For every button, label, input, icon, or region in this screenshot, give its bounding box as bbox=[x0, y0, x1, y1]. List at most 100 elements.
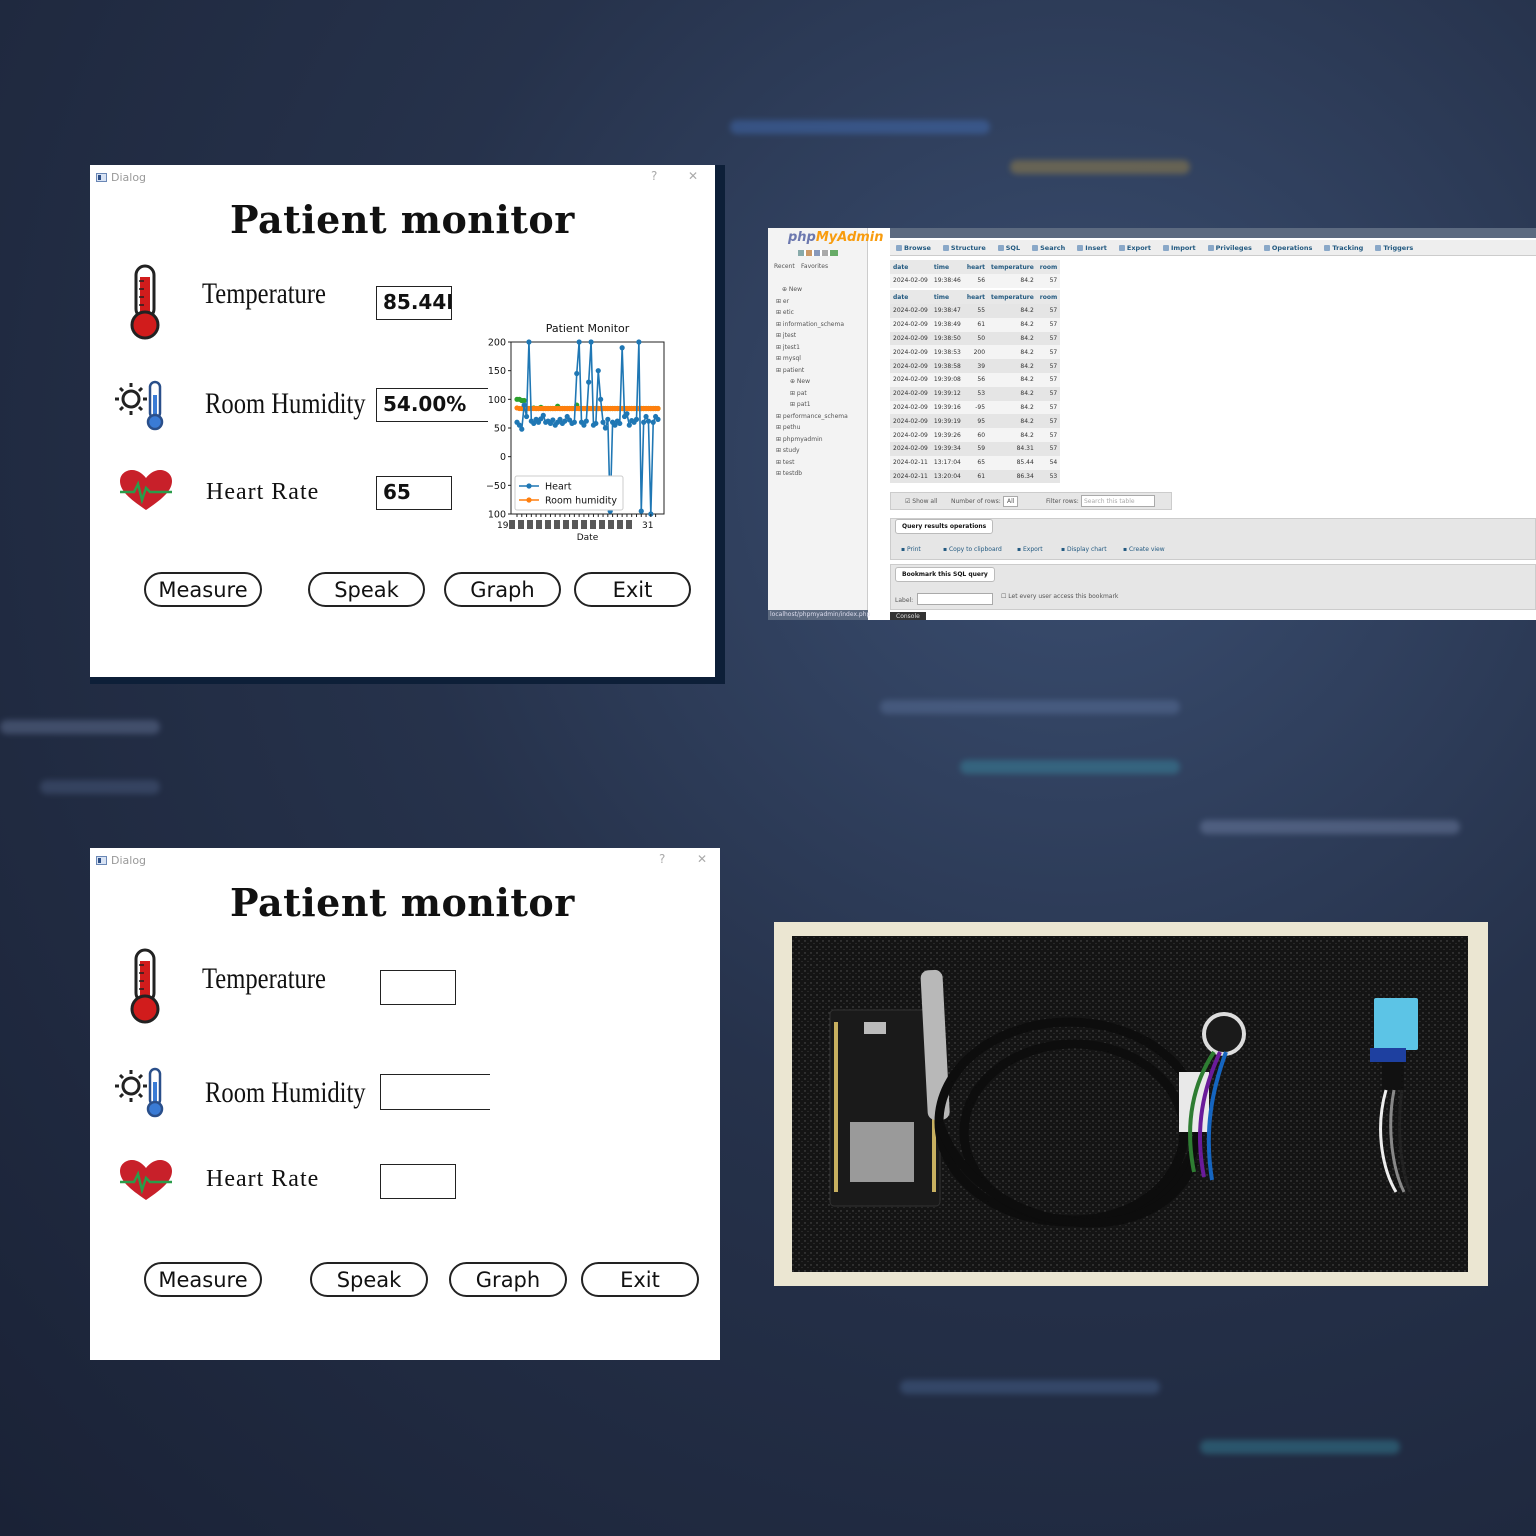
tree-item[interactable]: ⊞ patient bbox=[776, 367, 804, 374]
table-cell: 19:38:50 bbox=[930, 331, 964, 346]
tree-item[interactable]: ⊞ information_schema bbox=[776, 321, 844, 328]
column-header[interactable]: time bbox=[930, 260, 964, 274]
close-button[interactable]: ✕ bbox=[697, 852, 707, 866]
tree-item[interactable]: ⊞ jtest bbox=[776, 332, 796, 339]
tree-item[interactable]: ⊞ testdb bbox=[776, 470, 802, 477]
tab-insert[interactable]: Insert bbox=[1071, 240, 1113, 255]
op-create-view[interactable]: ▪ Create view bbox=[1123, 546, 1165, 553]
x-tick-label-overlap bbox=[599, 520, 605, 529]
tree-item[interactable]: ⊞ pethu bbox=[776, 424, 800, 431]
column-header[interactable]: date bbox=[890, 290, 931, 304]
table-cell: 56 bbox=[963, 372, 989, 387]
table-row: 2024-02-09 19:38:53 200 84.2 57 bbox=[890, 345, 1061, 360]
tab-export[interactable]: Export bbox=[1113, 240, 1157, 255]
data-point bbox=[571, 419, 577, 425]
tab-structure[interactable]: Structure bbox=[937, 240, 992, 255]
tree-item[interactable]: ⊞ etic bbox=[776, 309, 794, 316]
help-button[interactable]: ? bbox=[651, 169, 657, 183]
pma-quick-icons[interactable] bbox=[798, 250, 838, 256]
show-all-checkbox[interactable]: ☑ Show all bbox=[905, 498, 937, 505]
tree-item[interactable]: ⊞ test bbox=[776, 459, 794, 466]
tab-privileges[interactable]: Privileges bbox=[1202, 240, 1258, 255]
op-print[interactable]: ▪ Print bbox=[901, 546, 921, 553]
column-header[interactable]: temperature bbox=[988, 290, 1037, 304]
column-header[interactable]: room bbox=[1036, 290, 1061, 304]
tree-item[interactable]: ⊞ pat bbox=[790, 390, 807, 397]
background-line bbox=[730, 120, 990, 134]
tree-item[interactable]: ⊞ study bbox=[776, 447, 800, 454]
humidity-field[interactable]: 54.00% bbox=[376, 388, 488, 422]
tab-label: Export bbox=[1126, 243, 1151, 252]
query-ops-title: Query results operations bbox=[895, 519, 994, 534]
tree-item[interactable]: ⊞ jtest1 bbox=[776, 344, 800, 351]
data-point bbox=[605, 416, 611, 422]
tab-browse[interactable]: Browse bbox=[890, 240, 937, 255]
data-point bbox=[588, 339, 594, 345]
heart-rate-field[interactable] bbox=[380, 1164, 456, 1199]
rows-select[interactable]: All bbox=[1003, 496, 1019, 507]
pma-sidebar: phpMyAdmin Recent Favorites ⊕ New ⊞ er ⊞ e… bbox=[768, 228, 884, 620]
temperature-field[interactable]: 85.44F bbox=[376, 286, 452, 320]
data-point bbox=[576, 339, 582, 345]
tree-item[interactable]: ⊞ performance_schema bbox=[776, 413, 848, 420]
column-header[interactable]: heart bbox=[963, 290, 989, 304]
tab-sql[interactable]: SQL bbox=[992, 240, 1026, 255]
hardware-photo bbox=[774, 922, 1488, 1286]
console-button[interactable]: Console bbox=[890, 612, 926, 620]
sensor-kit-image bbox=[792, 936, 1468, 1272]
speak-button[interactable]: Speak bbox=[310, 1262, 428, 1297]
exit-button[interactable]: Exit bbox=[574, 572, 691, 607]
tab-label: Insert bbox=[1085, 243, 1107, 252]
column-header[interactable]: time bbox=[930, 290, 964, 304]
pma-recent-tab[interactable]: Recent bbox=[774, 263, 795, 270]
tree-item[interactable]: ⊞ er bbox=[776, 298, 789, 305]
tree-item[interactable]: ⊞ phpmyadmin bbox=[776, 436, 823, 443]
column-header[interactable]: temperature bbox=[988, 260, 1037, 274]
humidity-field[interactable] bbox=[380, 1074, 490, 1110]
table-cell: 2024-02-09 bbox=[890, 441, 931, 456]
tab-import[interactable]: Import bbox=[1157, 240, 1202, 255]
tab-label: Search bbox=[1040, 243, 1066, 252]
temperature-field[interactable] bbox=[380, 970, 456, 1005]
pma-favorites-tab[interactable]: Favorites bbox=[801, 263, 828, 270]
tab-icon bbox=[896, 244, 902, 251]
op-display-chart[interactable]: ▪ Display chart bbox=[1061, 546, 1107, 553]
background-line bbox=[880, 700, 1180, 714]
measure-button[interactable]: Measure bbox=[144, 1262, 262, 1297]
table-cell: 84.2 bbox=[988, 345, 1037, 360]
tab-operations[interactable]: Operations bbox=[1258, 240, 1318, 255]
help-button[interactable]: ? bbox=[659, 852, 665, 866]
tab-label: Privileges bbox=[1215, 243, 1252, 252]
table-cell: 2024-02-09 bbox=[890, 317, 931, 332]
tree-item[interactable]: ⊕ New bbox=[790, 378, 810, 385]
filter-rows-input[interactable]: Search this table bbox=[1081, 495, 1155, 507]
column-header[interactable]: heart bbox=[963, 260, 989, 274]
tree-item[interactable]: ⊞ mysql bbox=[776, 355, 801, 362]
column-header[interactable]: room bbox=[1036, 260, 1061, 274]
x-tick-label-last: 31 bbox=[642, 521, 653, 531]
column-header[interactable]: date bbox=[890, 260, 931, 274]
close-button[interactable]: ✕ bbox=[688, 169, 698, 183]
bookmark-title[interactable]: Bookmark this SQL query bbox=[895, 567, 995, 582]
tree-item[interactable]: ⊞ pat1 bbox=[790, 401, 811, 408]
filter-rows-label: Filter rows: bbox=[1046, 498, 1079, 505]
table-cell: 57 bbox=[1036, 386, 1061, 401]
table-cell: 57 bbox=[1036, 345, 1061, 360]
measure-button[interactable]: Measure bbox=[144, 572, 262, 607]
tab-tracking[interactable]: Tracking bbox=[1318, 240, 1369, 255]
graph-button[interactable]: Graph bbox=[449, 1262, 567, 1297]
tree-item[interactable]: ⊕ New bbox=[782, 286, 802, 293]
data-point bbox=[602, 425, 609, 431]
tab-triggers[interactable]: Triggers bbox=[1369, 240, 1419, 255]
op-export[interactable]: ▪ Export bbox=[1017, 546, 1043, 553]
exit-button[interactable]: Exit bbox=[581, 1262, 699, 1297]
sun-thermometer-icon bbox=[115, 1067, 164, 1118]
let-every-user-checkbox[interactable]: ☐ Let every user access this bookmark bbox=[1001, 593, 1118, 600]
bookmark-label-input[interactable] bbox=[917, 593, 993, 605]
table-cell: 57 bbox=[1036, 274, 1061, 288]
op-copy-to-clipboard[interactable]: ▪ Copy to clipboard bbox=[943, 546, 1002, 553]
tab-search[interactable]: Search bbox=[1026, 240, 1071, 255]
graph-button[interactable]: Graph bbox=[444, 572, 561, 607]
speak-button[interactable]: Speak bbox=[308, 572, 425, 607]
heart-rate-field[interactable]: 65 bbox=[376, 476, 452, 510]
